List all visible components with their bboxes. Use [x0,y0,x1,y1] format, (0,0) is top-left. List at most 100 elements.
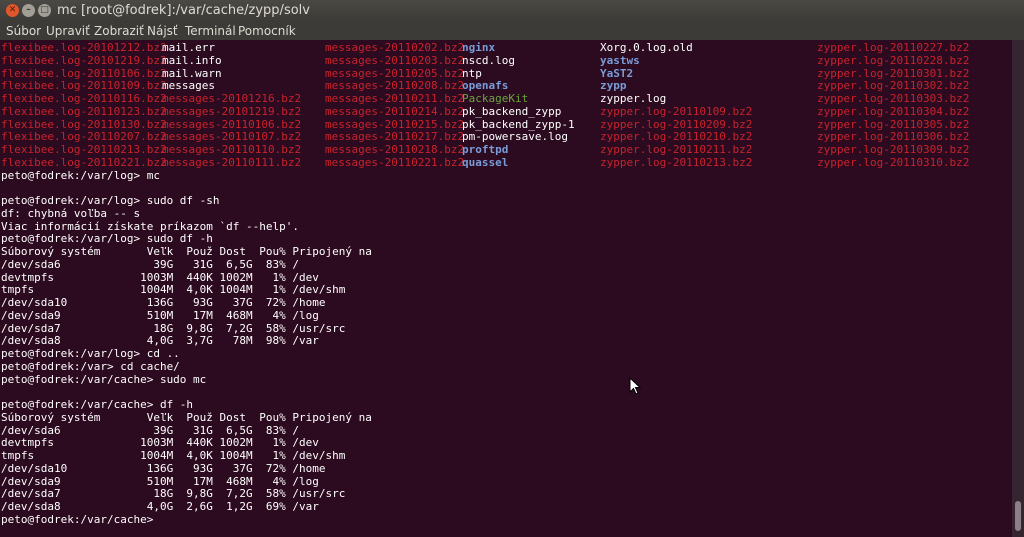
terminal-output-line: /dev/sda9 510M 17M 468M 4% /log [1,474,319,488]
listing-entry: zypper.log-20110303.bz2 [817,92,970,105]
menu-search[interactable]: Nájsť [147,24,178,38]
terminal-output-line: /dev/sda10 136G 93G 37G 72% /home [1,461,326,475]
close-icon: ✕ [8,5,17,15]
listing-entry: messages-20110110.bz2 [162,143,302,156]
maximize-window-button[interactable]: □ [38,4,51,17]
listing-entry: messages-20101219.bz2 [162,104,302,118]
listing-entry: messages-20110217.bz2 [325,130,465,144]
listing-entry: zypper.log-20110227.bz2 [817,41,970,54]
listing-entry: messages-20110211.bz2 [325,92,465,105]
listing-row: flexibee.log-20110116.bz2 messages-201012… [0,92,1010,105]
terminal-output-line: /dev/sda7 18G 9,8G 7,2G 58% /usr/src [1,487,346,501]
terminal-output-line: peto@fodrek:/var/cache> sudo mc [1,372,207,386]
menu-view[interactable]: Zobraziť [94,24,144,38]
listing-entry: openafs [462,79,509,93]
terminal-screen[interactable]: flexibee.log-20101212.bz2 mail.err message… [0,40,1012,537]
maximize-icon: □ [40,5,49,15]
minimize-window-button[interactable]: – [22,4,35,17]
terminal-output-line: devtmpfs 1003M 440K 1002M 1% /dev [1,270,319,284]
listing-entry: flexibee.log-20110221.bz2 [1,155,167,169]
listing-row: flexibee.log-20110207.bz2 messages-201101… [0,130,1010,143]
listing-entry: zypper.log-20110109.bz2 [600,104,753,118]
listing-entry: zypper.log-20110209.bz2 [600,117,753,131]
listing-entry: messages-20101216.bz2 [162,92,302,105]
listing-row: flexibee.log-20110106.bz2 mail.warn messag… [0,67,1010,80]
terminal-output-line: peto@fodrek:/var/log> mc [1,168,160,182]
listing-entry: messages [162,79,215,93]
menu-edit[interactable]: Upraviť [46,24,90,38]
listing-entry: flexibee.log-20101219.bz2 [1,53,167,67]
listing-entry: pk_backend_zypp-1 [462,117,575,131]
menubar: Súbor Upraviť Zobraziť Nájsť Terminál Po… [0,22,1024,40]
terminal-output-line: /dev/sda8 4,0G 2,6G 1,2G 69% /var [1,500,319,513]
terminal-output-line: devtmpfs 1003M 440K 1002M 1% /dev [1,436,319,450]
listing-entry: mail.info [162,53,222,67]
listing-entry: messages-20110214.bz2 [325,104,465,118]
terminal-output-line: peto@fodrek:/var/log> cd .. [1,347,180,360]
listing-entry: PackageKit [462,92,529,105]
listing-entry: zypper.log-20110305.bz2 [817,117,970,131]
menu-file[interactable]: Súbor [6,24,41,38]
listing-entry: messages-20110106.bz2 [162,117,302,131]
listing-entry: zypper.log-20110210.bz2 [600,130,753,144]
scrollbar-thumb[interactable] [1015,501,1021,531]
listing-entry: flexibee.log-20110116.bz2 [1,92,167,105]
terminal-output-line: /dev/sda10 136G 93G 37G 72% /home [1,296,326,309]
terminal-output-line: df: chybná voľba -- s [1,206,141,220]
terminal-scrollbar[interactable] [1012,40,1024,537]
listing-entry: messages-20110215.bz2 [325,117,465,131]
terminal-output-line: peto@fodrek:/var> cd cache/ [1,359,180,373]
close-window-button[interactable]: ✕ [6,4,19,17]
listing-entry: messages-20110202.bz2 [325,41,465,54]
listing-entry: zypper.log-20110310.bz2 [817,155,970,169]
terminal-output-line: /dev/sda6 39G 31G 6,5G 83% / [1,423,300,437]
listing-entry: zypper.log-20110306.bz2 [817,130,970,144]
listing-row: flexibee.log-20110213.bz2 messages-201101… [0,143,1010,156]
listing-entry: zypper.log-20110304.bz2 [817,104,970,118]
listing-entry: mail.warn [162,66,222,80]
listing-row: flexibee.log-20110130.bz2 messages-201101… [0,118,1010,131]
terminal-output-line: peto@fodrek:/var/log> sudo df -h [1,232,213,246]
listing-entry: zypper.log-20110302.bz2 [817,79,970,93]
listing-entry: flexibee.log-20101212.bz2 [1,41,167,54]
listing-entry: zypper.log-20110211.bz2 [600,143,753,156]
listing-entry: zypper.log-20110213.bz2 [600,155,753,169]
listing-entry: messages-20110107.bz2 [162,130,302,144]
listing-entry: pk_backend_zypp [462,104,562,118]
menu-help[interactable]: Pomocník [238,24,296,38]
listing-entry: zypper.log [600,92,667,105]
listing-entry: Xorg.0.log.old [600,41,693,54]
listing-row: flexibee.log-20101219.bz2 mail.info messag… [0,54,1010,67]
listing-entry: proftpd [462,143,509,156]
terminal-output-line: peto@fodrek:/var/cache> [1,512,160,526]
listing-entry: flexibee.log-20110106.bz2 [1,66,167,80]
terminal-output-line: tmpfs 1004M 4,0K 1004M 1% /dev/shm [1,283,346,297]
terminal-output-line: /dev/sda9 510M 17M 468M 4% /log [1,308,319,322]
menu-terminal[interactable]: Terminál [185,24,236,38]
listing-entry: nginx [462,41,496,54]
listing-entry: messages-20110111.bz2 [162,155,302,169]
listing-entry: flexibee.log-20110207.bz2 [1,130,167,144]
listing-row: flexibee.log-20101212.bz2 mail.err message… [0,41,1010,54]
listing-entry: flexibee.log-20110123.bz2 [1,104,167,118]
terminal-output-line: peto@fodrek:/var/log> sudo df -sh [1,194,220,207]
terminal-output-line: peto@fodrek:/var/cache> df -h [1,398,194,411]
terminal-output-line: Súborový systém Veľk Použ Dost Pou% Prip… [1,245,372,258]
listing-row: flexibee.log-20110109.bz2 messages message… [0,79,1010,92]
listing-entry: messages-20110218.bz2 [325,143,465,156]
listing-entry: zypper.log-20110228.bz2 [817,53,970,67]
mouse-pointer-icon [629,376,642,395]
listing-entry: messages-20110203.bz2 [325,53,465,67]
terminal-output-line: /dev/sda6 39G 31G 6,5G 83% / [1,257,300,271]
listing-entry: nscd.log [462,53,515,67]
listing-entry: mail.err [162,41,215,54]
listing-entry: zypper.log-20110301.bz2 [817,66,970,80]
listing-entry: flexibee.log-20110109.bz2 [1,79,167,93]
window-title: mc [root@fodrek]:/var/cache/zypp/solv [57,3,310,18]
terminal-output-line: /dev/sda7 18G 9,8G 7,2G 58% /usr/src [1,321,346,335]
listing-entry: YaST2 [600,66,634,80]
listing-entry: zypper.log-20110309.bz2 [817,143,970,156]
listing-entry: flexibee.log-20110213.bz2 [1,143,167,156]
listing-entry: pm-powersave.log [462,130,568,144]
listing-entry: zypp [600,79,627,93]
